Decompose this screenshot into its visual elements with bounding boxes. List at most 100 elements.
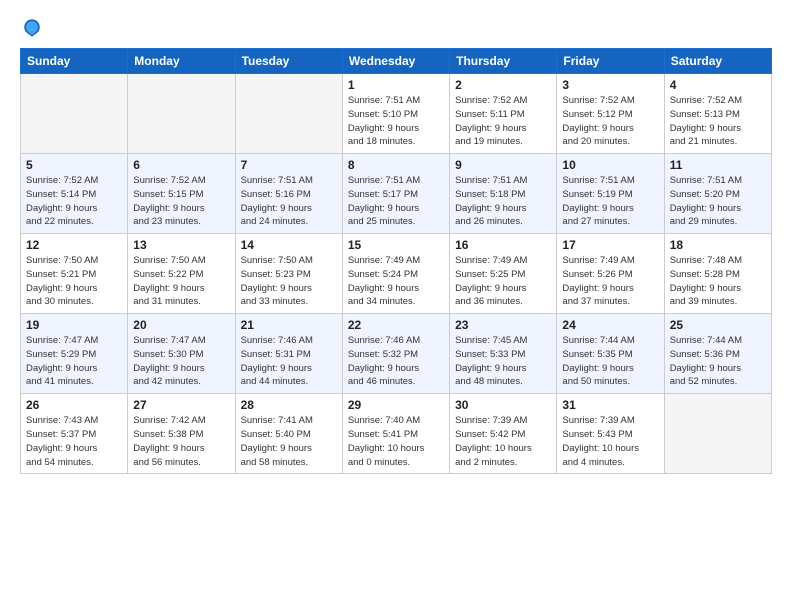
day-cell: 22 Sunrise: 7:46 AM Sunset: 5:32 PM Dayli… (342, 314, 449, 394)
day-info: Sunrise: 7:42 AM Sunset: 5:38 PM Dayligh… (133, 414, 229, 469)
day-number: 27 (133, 398, 229, 412)
day-number: 6 (133, 158, 229, 172)
day-number: 15 (348, 238, 444, 252)
day-info: Sunrise: 7:44 AM Sunset: 5:36 PM Dayligh… (670, 334, 766, 389)
day-info: Sunrise: 7:51 AM Sunset: 5:19 PM Dayligh… (562, 174, 658, 229)
day-info: Sunrise: 7:47 AM Sunset: 5:29 PM Dayligh… (26, 334, 122, 389)
day-info: Sunrise: 7:44 AM Sunset: 5:35 PM Dayligh… (562, 334, 658, 389)
day-info: Sunrise: 7:49 AM Sunset: 5:25 PM Dayligh… (455, 254, 551, 309)
day-number: 2 (455, 78, 551, 92)
day-info: Sunrise: 7:39 AM Sunset: 5:42 PM Dayligh… (455, 414, 551, 469)
day-number: 22 (348, 318, 444, 332)
day-cell: 9 Sunrise: 7:51 AM Sunset: 5:18 PM Daylig… (450, 154, 557, 234)
day-cell (21, 74, 128, 154)
day-info: Sunrise: 7:51 AM Sunset: 5:20 PM Dayligh… (670, 174, 766, 229)
day-info: Sunrise: 7:50 AM Sunset: 5:21 PM Dayligh… (26, 254, 122, 309)
day-info: Sunrise: 7:46 AM Sunset: 5:31 PM Dayligh… (241, 334, 337, 389)
day-cell: 30Sunrise: 7:39 AM Sunset: 5:42 PM Dayli… (450, 394, 557, 474)
day-number: 31 (562, 398, 658, 412)
day-number: 19 (26, 318, 122, 332)
day-info: Sunrise: 7:51 AM Sunset: 5:16 PM Dayligh… (241, 174, 337, 229)
day-cell: 29 Sunrise: 7:40 AM Sunset: 5:41 PM Dayli… (342, 394, 449, 474)
day-cell: 10 Sunrise: 7:51 AM Sunset: 5:19 PM Dayli… (557, 154, 664, 234)
day-cell: 7Sunrise: 7:51 AM Sunset: 5:16 PM Daylig… (235, 154, 342, 234)
day-number: 3 (562, 78, 658, 92)
day-info: Sunrise: 7:50 AM Sunset: 5:23 PM Dayligh… (241, 254, 337, 309)
day-number: 9 (455, 158, 551, 172)
day-cell: 25 Sunrise: 7:44 AM Sunset: 5:36 PM Dayli… (664, 314, 771, 394)
day-info: Sunrise: 7:48 AM Sunset: 5:28 PM Dayligh… (670, 254, 766, 309)
day-cell: 8 Sunrise: 7:51 AM Sunset: 5:17 PM Daylig… (342, 154, 449, 234)
day-number: 5 (26, 158, 122, 172)
day-cell (128, 74, 235, 154)
day-cell: 5Sunrise: 7:52 AM Sunset: 5:14 PM Daylig… (21, 154, 128, 234)
day-number: 28 (241, 398, 337, 412)
day-cell (664, 394, 771, 474)
day-cell: 19 Sunrise: 7:47 AM Sunset: 5:29 PM Dayli… (21, 314, 128, 394)
day-cell: 16Sunrise: 7:49 AM Sunset: 5:25 PM Dayli… (450, 234, 557, 314)
day-info: Sunrise: 7:47 AM Sunset: 5:30 PM Dayligh… (133, 334, 229, 389)
day-cell: 24 Sunrise: 7:44 AM Sunset: 5:35 PM Dayli… (557, 314, 664, 394)
weekday-header-row: SundayMondayTuesdayWednesdayThursdayFrid… (21, 49, 772, 74)
day-cell: 17Sunrise: 7:49 AM Sunset: 5:26 PM Dayli… (557, 234, 664, 314)
weekday-header-saturday: Saturday (664, 49, 771, 74)
day-cell: 20 Sunrise: 7:47 AM Sunset: 5:30 PM Dayli… (128, 314, 235, 394)
day-number: 18 (670, 238, 766, 252)
day-info: Sunrise: 7:52 AM Sunset: 5:15 PM Dayligh… (133, 174, 229, 229)
day-cell: 2Sunrise: 7:52 AM Sunset: 5:11 PM Daylig… (450, 74, 557, 154)
weekday-header-wednesday: Wednesday (342, 49, 449, 74)
day-info: Sunrise: 7:45 AM Sunset: 5:33 PM Dayligh… (455, 334, 551, 389)
day-cell: 23Sunrise: 7:45 AM Sunset: 5:33 PM Dayli… (450, 314, 557, 394)
day-number: 4 (670, 78, 766, 92)
day-cell: 13 Sunrise: 7:50 AM Sunset: 5:22 PM Dayli… (128, 234, 235, 314)
day-cell: 6 Sunrise: 7:52 AM Sunset: 5:15 PM Daylig… (128, 154, 235, 234)
day-number: 14 (241, 238, 337, 252)
weekday-header-monday: Monday (128, 49, 235, 74)
day-cell: 21 Sunrise: 7:46 AM Sunset: 5:31 PM Dayli… (235, 314, 342, 394)
logo-icon (20, 16, 44, 40)
weekday-header-friday: Friday (557, 49, 664, 74)
day-number: 24 (562, 318, 658, 332)
calendar: SundayMondayTuesdayWednesdayThursdayFrid… (20, 48, 772, 474)
weekday-header-sunday: Sunday (21, 49, 128, 74)
header (20, 16, 772, 40)
day-cell: 3Sunrise: 7:52 AM Sunset: 5:12 PM Daylig… (557, 74, 664, 154)
weekday-header-thursday: Thursday (450, 49, 557, 74)
day-info: Sunrise: 7:40 AM Sunset: 5:41 PM Dayligh… (348, 414, 444, 469)
day-cell: 4 Sunrise: 7:52 AM Sunset: 5:13 PM Daylig… (664, 74, 771, 154)
page: SundayMondayTuesdayWednesdayThursdayFrid… (0, 0, 792, 612)
day-number: 1 (348, 78, 444, 92)
day-cell: 18 Sunrise: 7:48 AM Sunset: 5:28 PM Dayli… (664, 234, 771, 314)
day-info: Sunrise: 7:46 AM Sunset: 5:32 PM Dayligh… (348, 334, 444, 389)
day-cell: 12 Sunrise: 7:50 AM Sunset: 5:21 PM Dayli… (21, 234, 128, 314)
day-info: Sunrise: 7:52 AM Sunset: 5:13 PM Dayligh… (670, 94, 766, 149)
day-cell: 11Sunrise: 7:51 AM Sunset: 5:20 PM Dayli… (664, 154, 771, 234)
day-info: Sunrise: 7:50 AM Sunset: 5:22 PM Dayligh… (133, 254, 229, 309)
weekday-header-tuesday: Tuesday (235, 49, 342, 74)
day-cell: 26 Sunrise: 7:43 AM Sunset: 5:37 PM Dayli… (21, 394, 128, 474)
day-number: 12 (26, 238, 122, 252)
day-info: Sunrise: 7:39 AM Sunset: 5:43 PM Dayligh… (562, 414, 658, 469)
week-row-2: 5Sunrise: 7:52 AM Sunset: 5:14 PM Daylig… (21, 154, 772, 234)
day-number: 21 (241, 318, 337, 332)
day-info: Sunrise: 7:51 AM Sunset: 5:17 PM Dayligh… (348, 174, 444, 229)
day-cell: 31 Sunrise: 7:39 AM Sunset: 5:43 PM Dayli… (557, 394, 664, 474)
day-info: Sunrise: 7:49 AM Sunset: 5:26 PM Dayligh… (562, 254, 658, 309)
day-number: 25 (670, 318, 766, 332)
day-cell (235, 74, 342, 154)
day-number: 29 (348, 398, 444, 412)
day-info: Sunrise: 7:51 AM Sunset: 5:10 PM Dayligh… (348, 94, 444, 149)
day-number: 10 (562, 158, 658, 172)
week-row-1: 1 Sunrise: 7:51 AM Sunset: 5:10 PM Daylig… (21, 74, 772, 154)
logo (20, 16, 48, 40)
week-row-4: 19 Sunrise: 7:47 AM Sunset: 5:29 PM Dayli… (21, 314, 772, 394)
day-number: 13 (133, 238, 229, 252)
day-cell: 15Sunrise: 7:49 AM Sunset: 5:24 PM Dayli… (342, 234, 449, 314)
day-number: 8 (348, 158, 444, 172)
day-info: Sunrise: 7:51 AM Sunset: 5:18 PM Dayligh… (455, 174, 551, 229)
day-number: 26 (26, 398, 122, 412)
day-info: Sunrise: 7:43 AM Sunset: 5:37 PM Dayligh… (26, 414, 122, 469)
day-cell: 27 Sunrise: 7:42 AM Sunset: 5:38 PM Dayli… (128, 394, 235, 474)
day-number: 20 (133, 318, 229, 332)
week-row-5: 26 Sunrise: 7:43 AM Sunset: 5:37 PM Dayli… (21, 394, 772, 474)
